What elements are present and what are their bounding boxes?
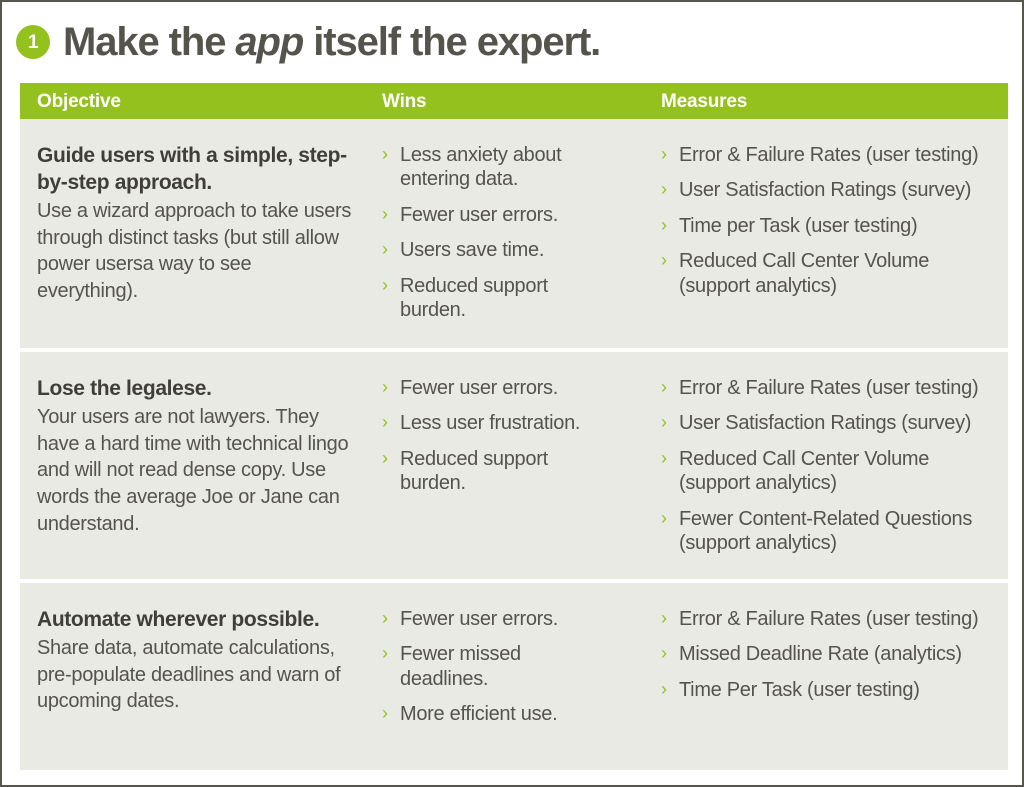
- cell-wins: › Fewer user errors. › Fewer missed deadli…: [372, 583, 651, 770]
- chevron-right-icon: ›: [382, 144, 388, 164]
- objective-title: Guide users with a simple, step-by-step …: [37, 144, 347, 194]
- list-item: › Missed Deadline Rate (analytics): [661, 642, 991, 666]
- list-item-label: Reduced Call Center Volume (support anal…: [679, 250, 930, 297]
- chevron-right-icon: ›: [382, 643, 388, 664]
- list-item: › Reduced support burden.: [382, 447, 597, 496]
- table-row: Lose the legalese. Your users are not la…: [20, 352, 1008, 583]
- chevron-right-icon: ›: [661, 377, 667, 397]
- wins-list: › Less anxiety about entering data. › Fewe…: [382, 143, 651, 322]
- list-item-label: Fewer missed deadlines.: [400, 643, 521, 690]
- list-item-label: Missed Deadline Rate (analytics): [679, 643, 962, 666]
- page-title-text: Make the app itself the expert.: [63, 20, 601, 64]
- table-row: Guide users with a simple, step-by-step …: [20, 119, 1008, 352]
- list-item-label: Error & Failure Rates (user testing): [679, 608, 979, 630]
- chevron-right-icon: ›: [382, 447, 388, 468]
- measures-list: › Error & Failure Rates (user testing) › M…: [661, 607, 1008, 702]
- list-item-label: Reduced support burden.: [400, 447, 548, 495]
- list-item: › Fewer user errors.: [382, 203, 597, 227]
- list-item: › Reduced support burden.: [382, 274, 597, 323]
- table-header-row: Objective Wins Measures: [20, 83, 1008, 119]
- column-header-measures: Measures: [661, 90, 748, 112]
- cell-measures: › Error & Failure Rates (user testing) › U…: [651, 352, 1008, 579]
- list-item-label: Time per Task (user testing): [679, 214, 918, 237]
- list-item-label: Error & Failure Rates (user testing): [679, 144, 979, 166]
- list-item-label: More efficient use.: [400, 703, 558, 726]
- measures-list: › Error & Failure Rates (user testing) › U…: [661, 143, 1008, 298]
- list-item: › User Satisfaction Ratings (survey): [661, 178, 991, 202]
- cell-wins: › Fewer user errors. › Less user frustrati…: [372, 352, 651, 579]
- list-item: › Error & Failure Rates (user testing): [661, 607, 991, 631]
- objective-title: Lose the legalese.: [37, 377, 212, 400]
- title-emphasis: app: [235, 20, 304, 64]
- chevron-right-icon: ›: [661, 608, 667, 628]
- list-item-label: Reduced Call Center Volume (support anal…: [679, 447, 930, 495]
- wins-list: › Fewer user errors. › Fewer missed deadli…: [382, 607, 651, 727]
- chevron-right-icon: ›: [661, 144, 667, 164]
- list-item-label: Error & Failure Rates (user testing): [679, 377, 979, 399]
- list-item-label: Fewer Content-Related Questions (support…: [679, 507, 973, 554]
- list-item: › Less user frustration.: [382, 411, 597, 435]
- list-item-label: Fewer user errors.: [400, 203, 558, 226]
- column-header-wins: Wins: [382, 90, 427, 112]
- list-item: › Error & Failure Rates (user testing): [661, 143, 991, 167]
- chevron-right-icon: ›: [382, 203, 388, 224]
- list-item-label: Users save time.: [400, 239, 545, 262]
- chevron-right-icon: ›: [661, 507, 667, 528]
- list-item: › Reduced Call Center Volume (support ana…: [661, 249, 991, 298]
- measures-list: › Error & Failure Rates (user testing) › U…: [661, 376, 1008, 555]
- chevron-right-icon: ›: [661, 447, 667, 468]
- chevron-right-icon: ›: [382, 608, 388, 628]
- chevron-right-icon: ›: [382, 703, 388, 724]
- chevron-right-icon: ›: [382, 274, 388, 295]
- chevron-right-icon: ›: [661, 678, 667, 699]
- chevron-right-icon: ›: [382, 377, 388, 397]
- chevron-right-icon: ›: [661, 643, 667, 664]
- chevron-right-icon: ›: [382, 239, 388, 260]
- list-item: › Users save time.: [382, 238, 597, 262]
- list-item-label: Less anxiety about entering data.: [400, 144, 562, 191]
- list-item-label: Reduced support burden.: [400, 274, 548, 321]
- title-suffix: itself the expert.: [303, 20, 601, 64]
- list-item-label: Time Per Task (user testing): [679, 678, 920, 701]
- chevron-right-icon: ›: [661, 179, 667, 200]
- slide-page: 1 Make the app itself the expert. Object…: [0, 0, 1024, 787]
- step-number-badge: 1: [16, 25, 50, 59]
- objective-description: Use a wizard approach to take users thro…: [37, 199, 352, 303]
- wins-list: › Fewer user errors. › Less user frustrati…: [382, 376, 651, 496]
- chevron-right-icon: ›: [661, 250, 667, 271]
- list-item: › Reduced Call Center Volume (support ana…: [661, 447, 991, 496]
- objective-description: Share data, automate calculations, pre-p…: [37, 636, 341, 713]
- chevron-right-icon: ›: [661, 214, 667, 235]
- chevron-right-icon: ›: [661, 412, 667, 433]
- cell-objective: Automate wherever possible. Share data, …: [20, 583, 372, 770]
- list-item: › Fewer user errors.: [382, 607, 597, 631]
- list-item: › Fewer user errors.: [382, 376, 597, 400]
- list-item: › Time per Task (user testing): [661, 214, 991, 238]
- list-item: › User Satisfaction Ratings (survey): [661, 411, 991, 435]
- cell-measures: › Error & Failure Rates (user testing) › M…: [651, 583, 1008, 770]
- list-item-label: Fewer user errors.: [400, 608, 558, 630]
- list-item: › Fewer Content-Related Questions (suppor…: [661, 507, 991, 556]
- cell-objective: Guide users with a simple, step-by-step …: [20, 119, 372, 348]
- list-item: › Error & Failure Rates (user testing): [661, 376, 991, 400]
- objective-description: Your users are not lawyers. They have a …: [37, 405, 349, 536]
- page-title: 1 Make the app itself the expert.: [16, 12, 601, 72]
- list-item: › Fewer missed deadlines.: [382, 642, 597, 691]
- list-item-label: Less user frustration.: [400, 412, 581, 435]
- list-item-label: User Satisfaction Ratings (survey): [679, 412, 972, 435]
- list-item: › Time Per Task (user testing): [661, 678, 991, 702]
- chevron-right-icon: ›: [382, 412, 388, 433]
- title-prefix: Make the: [63, 20, 236, 64]
- cell-objective: Lose the legalese. Your users are not la…: [20, 352, 372, 579]
- cell-measures: › Error & Failure Rates (user testing) › U…: [651, 119, 1008, 348]
- objectives-table: Objective Wins Measures Guide users with…: [20, 83, 1008, 770]
- column-header-objective: Objective: [37, 90, 121, 112]
- objective-title: Automate wherever possible.: [37, 608, 320, 631]
- list-item-label: User Satisfaction Ratings (survey): [679, 179, 972, 202]
- list-item: › More efficient use.: [382, 702, 597, 726]
- table-row: Automate wherever possible. Share data, …: [20, 583, 1008, 770]
- cell-wins: › Less anxiety about entering data. › Fewe…: [372, 119, 651, 348]
- list-item-label: Fewer user errors.: [400, 377, 558, 399]
- list-item: › Less anxiety about entering data.: [382, 143, 597, 192]
